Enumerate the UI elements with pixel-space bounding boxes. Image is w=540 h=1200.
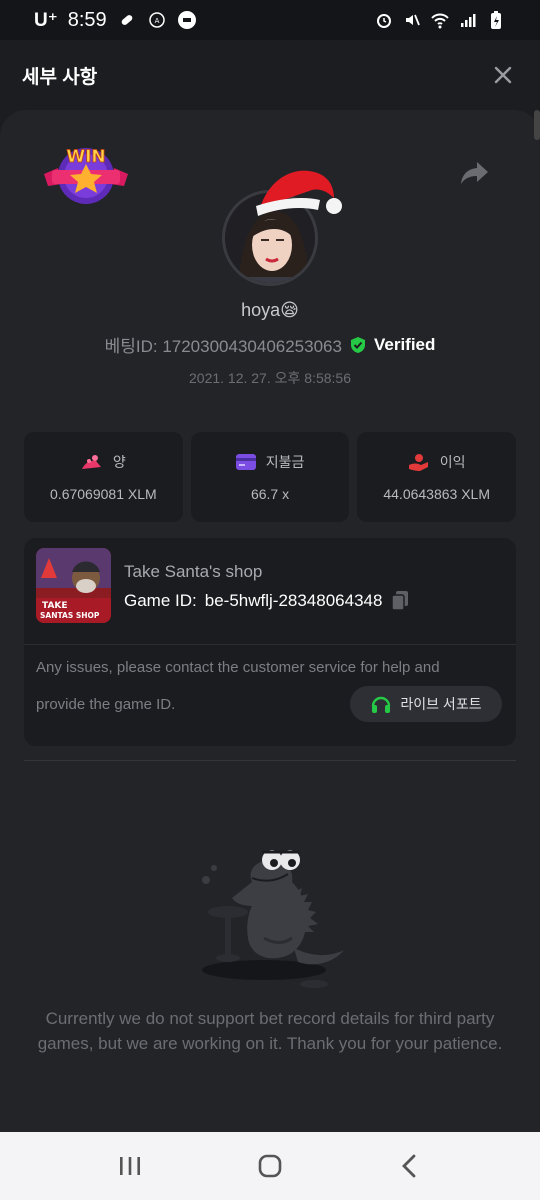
empty-state-message: Currently we do not support bet record d… xyxy=(37,1009,503,1053)
headset-icon xyxy=(372,696,391,713)
stat-card-amount: 양 0.67069081 XLM xyxy=(24,432,183,522)
live-support-label: 라이브 서포트 xyxy=(400,696,482,712)
home-icon xyxy=(258,1154,282,1178)
svg-text:WIN: WIN xyxy=(66,147,105,167)
help-text-line2: provide the game ID. xyxy=(36,696,176,713)
page-title: 세부 사항 xyxy=(22,66,98,88)
stat-value: 66.7 x xyxy=(250,486,290,502)
section-divider xyxy=(24,760,516,761)
game-id-row: Game ID: be-5hwflj-28348064348 xyxy=(124,590,410,612)
crocodile-illustration-icon xyxy=(194,838,354,998)
recent-apps-icon xyxy=(120,1157,140,1175)
svg-text:A: A xyxy=(154,17,159,25)
modal-header: 세부 사항 xyxy=(0,40,540,110)
card-divider xyxy=(24,644,516,645)
close-icon xyxy=(494,66,512,84)
username: hoya😪 xyxy=(241,300,299,320)
scrollbar[interactable] xyxy=(534,110,540,140)
alarm-icon xyxy=(374,10,394,30)
share-button[interactable] xyxy=(460,160,494,190)
game-id-label: Game ID: xyxy=(124,591,197,610)
verified-shield-icon xyxy=(350,336,365,353)
game-thumb-title-1: TAKE xyxy=(42,601,68,611)
close-button[interactable] xyxy=(488,60,518,90)
game-name: Take Santa's shop xyxy=(124,562,263,581)
santa-hat-icon xyxy=(250,162,346,222)
bet-id-row: 베팅ID: 1720300430406253063 Verified xyxy=(0,332,540,357)
help-text-line1: Any issues, please contact the customer … xyxy=(36,659,440,676)
auto-rotate-icon: A xyxy=(147,10,167,30)
status-time: 8:59 xyxy=(67,8,107,31)
signal-icon xyxy=(458,10,478,30)
details-panel: WIN hoya😪 베팅ID: 1720300430406253063 Veri… xyxy=(0,110,540,1132)
carrier-label: U⁺ xyxy=(34,9,58,31)
game-id-value: be-5hwflj-28348064348 xyxy=(204,591,383,610)
coins-icon xyxy=(81,455,101,469)
lock-app-icon xyxy=(177,10,197,30)
bet-timestamp: 2021. 12. 27. 오후 8:58:56 xyxy=(189,370,351,386)
bet-stats: 양 0.67069081 XLM 지불금 66.7 x 이익 44.064386… xyxy=(24,432,517,522)
pill-icon xyxy=(117,10,137,30)
mute-icon xyxy=(402,10,422,30)
home-button[interactable] xyxy=(250,1146,290,1186)
stat-label: 지불금 xyxy=(265,454,305,470)
back-button[interactable] xyxy=(390,1146,430,1186)
win-badge-icon: WIN xyxy=(42,140,130,210)
game-thumbnail[interactable]: TAKE SANTAS SHOP xyxy=(36,548,111,623)
stat-value: 0.67069081 XLM xyxy=(50,486,157,502)
stat-card-payout: 지불금 66.7 x xyxy=(190,432,350,522)
hand-coins-icon xyxy=(408,454,428,471)
system-nav-bar xyxy=(0,1132,540,1200)
game-card: TAKE SANTAS SHOP Take Santa's shop Game … xyxy=(24,538,516,746)
share-arrow-icon xyxy=(461,162,488,184)
battery-icon xyxy=(486,10,506,30)
bet-id: 베팅ID: 1720300430406253063 xyxy=(104,337,342,356)
live-support-button[interactable]: 라이브 서포트 xyxy=(350,686,502,722)
stat-value: 44.0643863 XLM xyxy=(383,486,490,502)
wifi-icon xyxy=(430,10,450,30)
back-chevron-icon xyxy=(402,1154,416,1178)
verified-label: Verified xyxy=(373,334,436,354)
stat-label: 이익 xyxy=(439,454,466,470)
copy-icon[interactable] xyxy=(390,590,410,612)
stat-label: 양 xyxy=(112,454,126,470)
recent-apps-button[interactable] xyxy=(110,1146,150,1186)
status-bar: U⁺ 8:59 A xyxy=(0,0,540,40)
game-thumb-title-2: SANTAS SHOP xyxy=(40,611,100,620)
wallet-card-icon xyxy=(235,454,256,470)
stat-card-profit: 이익 44.0643863 XLM xyxy=(357,432,517,522)
